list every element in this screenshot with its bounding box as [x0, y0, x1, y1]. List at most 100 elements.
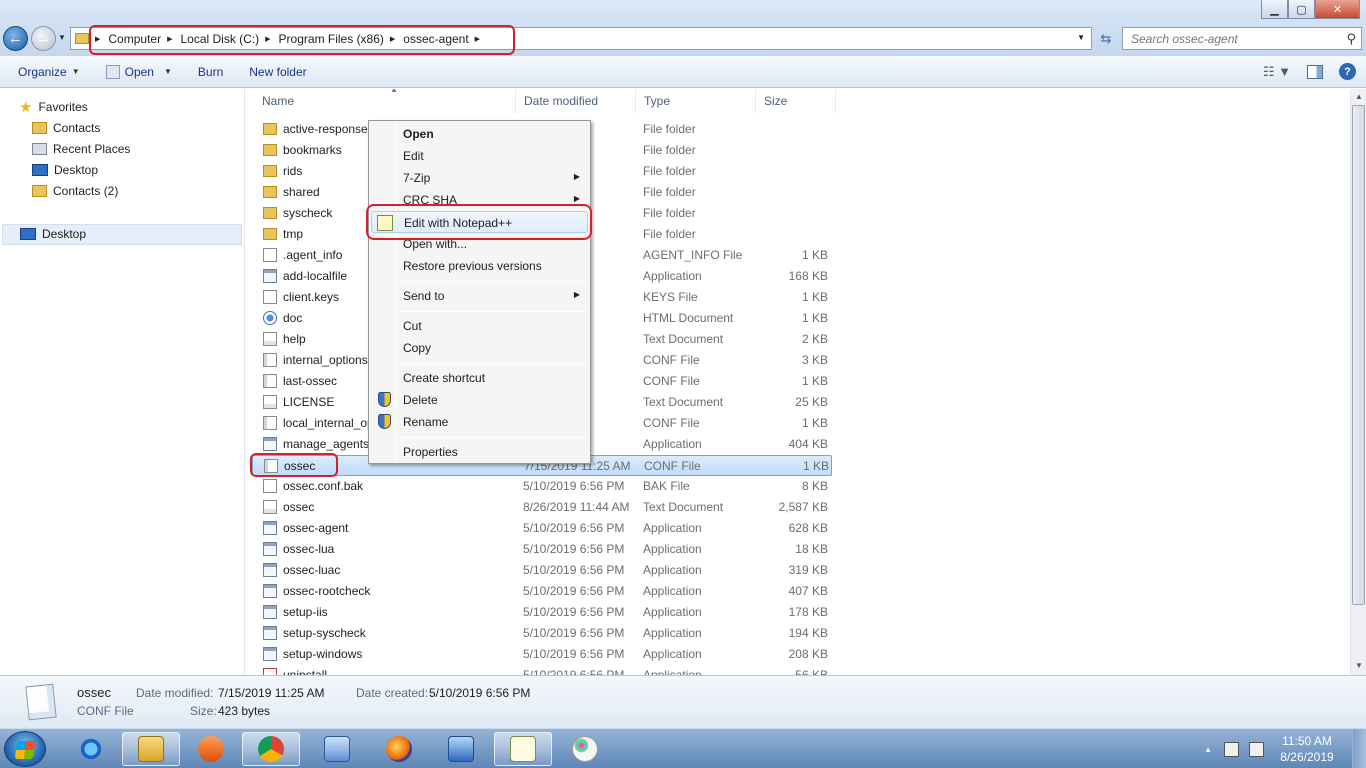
help-icon[interactable]: ?: [1339, 63, 1356, 80]
command-bar: Organize ▼ Open ▼ Burn New folder ☷ ▼ ?: [0, 56, 1366, 88]
nav-contacts-2[interactable]: Contacts (2): [32, 181, 118, 201]
file-date-modified: 8/26/2019 11:44 AM: [523, 500, 630, 514]
taskbar-app-chrome[interactable]: [242, 732, 300, 766]
nav-desktop-favorite-label: Desktop: [54, 163, 99, 177]
table-row[interactable]: setup-syscheck 5/10/2019 6:56 PM Applicati…: [252, 623, 832, 644]
back-button[interactable]: ←: [3, 26, 28, 51]
locked-folder-icon: [263, 165, 277, 177]
file-type: Application: [643, 626, 702, 640]
menu-item-edit[interactable]: Edit: [371, 145, 588, 167]
table-row[interactable]: ossec-lua 5/10/2019 6:56 PM Application 18 …: [252, 539, 832, 560]
scrollbar-thumb[interactable]: [1352, 105, 1365, 605]
file-type: Application: [643, 605, 702, 619]
menu-item-properties[interactable]: Properties: [371, 441, 588, 463]
chevron-down-icon: ▼: [71, 67, 80, 76]
file-name: uninstall: [283, 668, 328, 675]
table-row[interactable]: ossec 8/26/2019 11:44 AM Text Document 2,58…: [252, 497, 832, 518]
search-icon[interactable]: ⚲: [1346, 31, 1356, 47]
preview-pane-icon[interactable]: [1307, 64, 1323, 79]
column-header-size[interactable]: Size: [756, 89, 836, 113]
scroll-up-icon[interactable]: ▲: [1355, 92, 1363, 101]
table-row[interactable]: setup-windows 5/10/2019 6:56 PM Applicatio…: [252, 644, 832, 665]
network-status-icon[interactable]: [1249, 741, 1264, 757]
taskbar-app-explorer[interactable]: [122, 732, 180, 766]
file-name: active-response: [283, 122, 368, 136]
taskbar-app-media[interactable]: [182, 732, 240, 766]
minimize-button[interactable]: ▁: [1261, 0, 1288, 19]
taskbar-app-network[interactable]: [308, 732, 366, 766]
nav-desktop-favorite[interactable]: Desktop: [32, 160, 98, 180]
uninstall-icon: [263, 668, 277, 675]
taskbar-app-ie[interactable]: [62, 732, 120, 766]
menu-item-label: Open: [403, 127, 434, 141]
file-date-modified: 5/10/2019 6:56 PM: [523, 584, 625, 598]
search-input[interactable]: [1131, 31, 1331, 46]
table-row[interactable]: ossec-agent 5/10/2019 6:56 PM Application 6…: [252, 518, 832, 539]
conf-file-icon: [263, 416, 277, 430]
menu-item-copy[interactable]: Copy: [371, 337, 588, 359]
scroll-down-icon[interactable]: ▼: [1355, 661, 1363, 670]
forward-button[interactable]: →: [31, 26, 56, 51]
menu-item-rename[interactable]: Rename: [371, 411, 588, 433]
vertical-scrollbar[interactable]: ▲ ▼: [1350, 89, 1366, 675]
menu-item-delete[interactable]: Delete: [371, 389, 588, 411]
taskbar: ▲ 11:50 AM 8/26/2019: [0, 728, 1366, 768]
folder-icon: [263, 144, 277, 156]
nav-recent-places[interactable]: Recent Places: [32, 139, 130, 159]
file-size: 628 KB: [788, 521, 828, 535]
file-name: help: [283, 332, 306, 346]
column-header-type[interactable]: Type: [636, 89, 756, 113]
nav-favorites[interactable]: ★ Favorites: [19, 97, 88, 117]
start-button[interactable]: [4, 731, 46, 767]
shield-icon: [378, 414, 391, 429]
menu-item-label: Cut: [403, 319, 422, 333]
table-row[interactable]: uninstall 5/10/2019 6:56 PM Application 56 …: [252, 665, 832, 675]
refresh-button[interactable]: ⇆: [1096, 28, 1116, 49]
nav-contacts[interactable]: Contacts: [32, 118, 100, 138]
search-box[interactable]: ⚲: [1122, 27, 1362, 50]
address-dropdown-icon[interactable]: ▼: [1077, 33, 1085, 42]
burn-button[interactable]: Burn: [188, 65, 233, 79]
conf-file-icon: [263, 374, 277, 388]
menu-item-label: Copy: [403, 341, 432, 355]
table-row[interactable]: ossec.conf.bak 5/10/2019 6:56 PM BAK File 8…: [252, 476, 832, 497]
maximize-button[interactable]: ▢: [1288, 0, 1315, 19]
details-filetype: CONF File: [77, 704, 134, 718]
taskbar-app-paint[interactable]: [556, 732, 614, 766]
file-size: 319 KB: [788, 563, 828, 577]
file-size: 178 KB: [788, 605, 828, 619]
menu-item-label: Rename: [403, 415, 449, 429]
details-date-created: 5/10/2019 6:56 PM: [429, 686, 531, 700]
show-desktop-button[interactable]: [1352, 729, 1366, 768]
file-size: 25 KB: [795, 395, 828, 409]
taskbar-app-computer[interactable]: [432, 732, 490, 766]
open-button[interactable]: Open ▼: [96, 64, 182, 79]
menu-item-send-to[interactable]: Send to ▶: [371, 285, 588, 307]
show-hidden-icons-icon[interactable]: ▲: [1204, 745, 1212, 754]
organize-button[interactable]: Organize ▼: [8, 65, 90, 79]
new-folder-button[interactable]: New folder: [239, 65, 316, 79]
menu-item-restore-previous-versions[interactable]: Restore previous versions: [371, 255, 588, 277]
action-center-icon[interactable]: [1224, 741, 1239, 757]
chrome-icon: [258, 736, 284, 762]
column-header-date[interactable]: Date modified: [516, 89, 636, 113]
table-row[interactable]: setup-iis 5/10/2019 6:56 PM Application 178…: [252, 602, 832, 623]
change-view-icon[interactable]: ☷ ▼: [1263, 64, 1291, 80]
menu-item-cut[interactable]: Cut: [371, 315, 588, 337]
menu-item-7-zip[interactable]: 7-Zip ▶: [371, 167, 588, 189]
table-row[interactable]: ossec-rootcheck 5/10/2019 6:56 PM Applicat…: [252, 581, 832, 602]
file-type: Application: [643, 584, 702, 598]
taskbar-app-firefox[interactable]: [370, 732, 428, 766]
menu-item-open[interactable]: Open: [371, 123, 588, 145]
column-header-name[interactable]: Name ▲: [254, 89, 516, 113]
taskbar-app-notepadpp[interactable]: [494, 732, 552, 766]
file-type: File folder: [643, 185, 696, 199]
nav-desktop[interactable]: Desktop: [20, 224, 86, 244]
table-row[interactable]: ossec-luac 5/10/2019 6:56 PM Application 31…: [252, 560, 832, 581]
clock[interactable]: 11:50 AM 8/26/2019: [1274, 733, 1340, 765]
close-button[interactable]: ✕: [1315, 0, 1360, 19]
menu-item-create-shortcut[interactable]: Create shortcut: [371, 367, 588, 389]
recent-pages-dropdown[interactable]: ▼: [58, 33, 66, 42]
file-annotation-highlight: [250, 453, 338, 477]
file-name: bookmarks: [283, 143, 342, 157]
